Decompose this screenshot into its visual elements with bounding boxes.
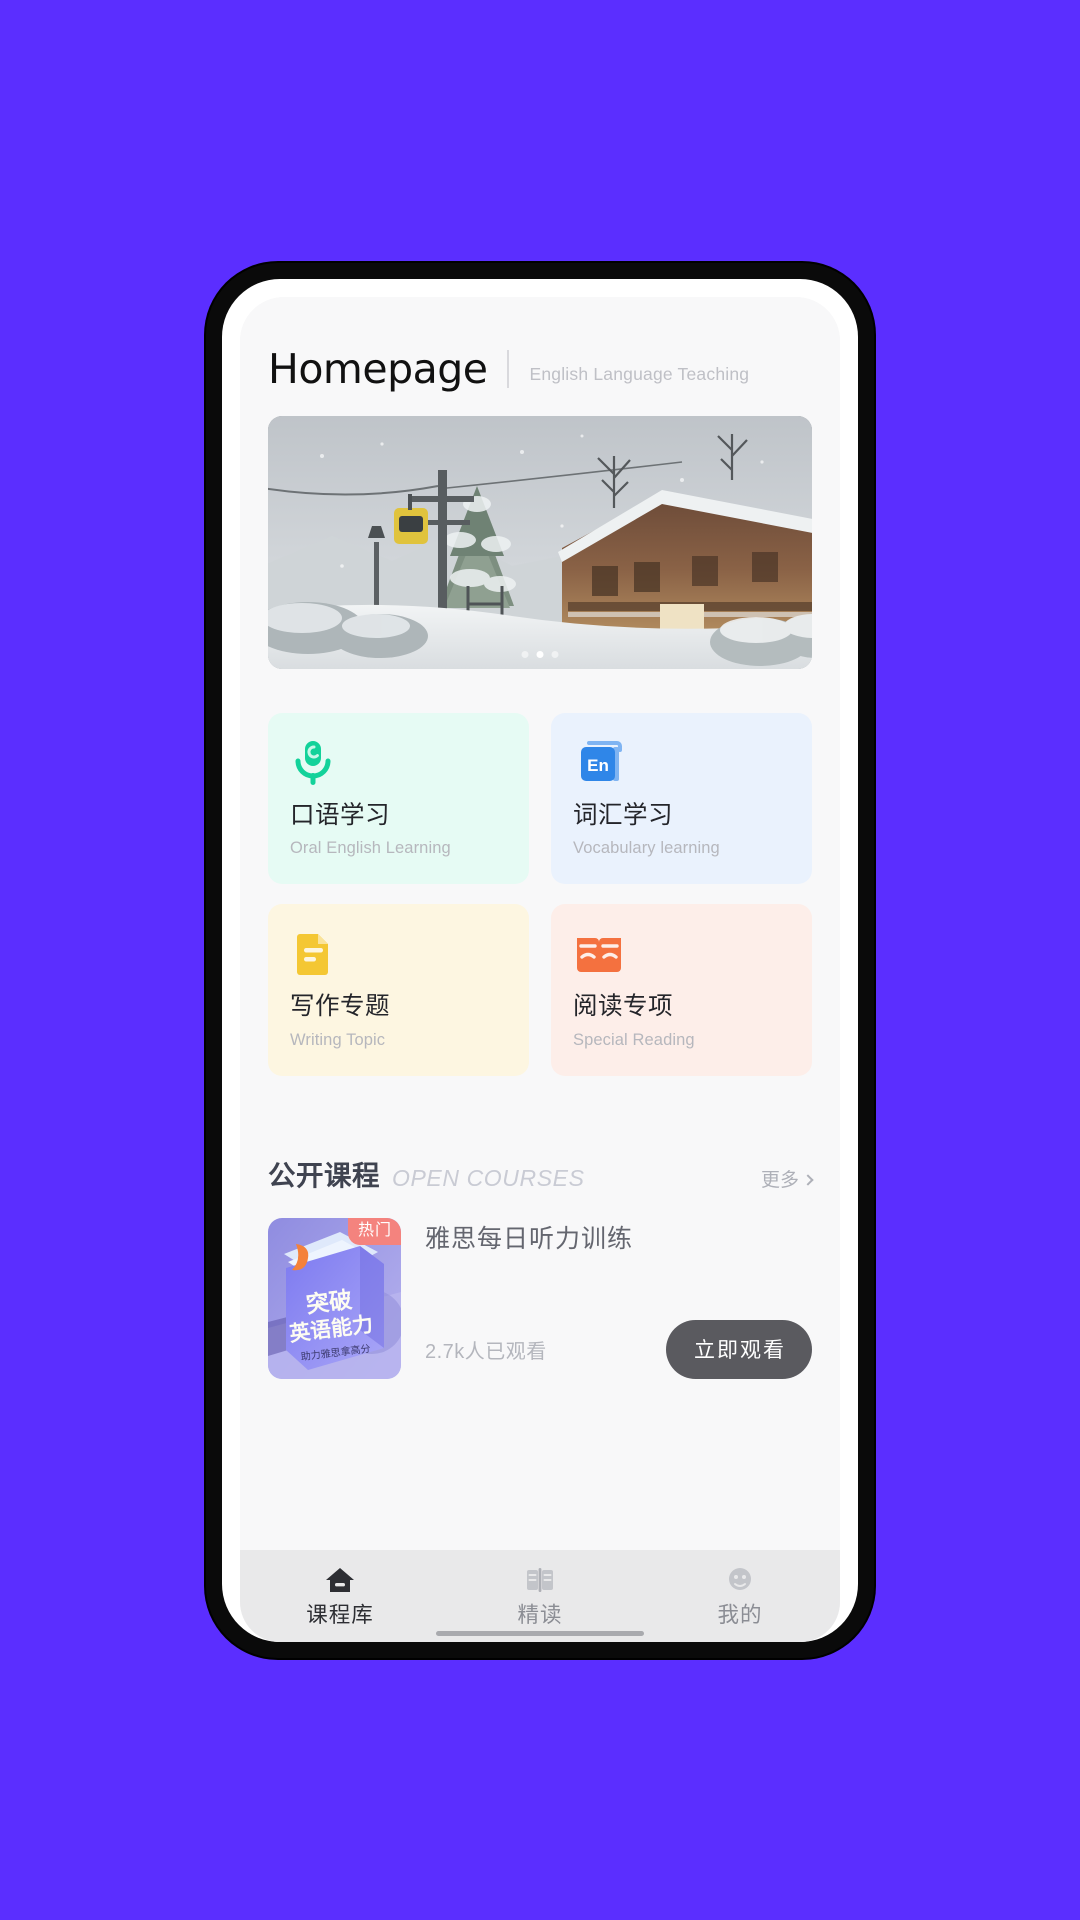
snowy-chalet-photo (268, 415, 812, 669)
user-profile-icon (725, 1565, 755, 1595)
carousel-dot[interactable] (551, 650, 559, 658)
course-info: 雅思每日听力训练 2.7k人已观看 立即观看 (425, 1218, 812, 1379)
phone-screen-bezel: Homepage English Language Teaching 口语学习 … (222, 278, 858, 1642)
hot-badge: 热门 (347, 1217, 401, 1246)
bottom-tab-bar: 课程库 精读 我的 (240, 1549, 840, 1642)
category-card-writing[interactable]: 写作专题 Writing Topic (268, 904, 529, 1077)
category-title: 词汇学习 (573, 801, 673, 829)
section-title-cn: 公开课程 (268, 1160, 380, 1192)
category-subtitle: Oral English Learning (290, 839, 451, 858)
en-book-icon-label: En (587, 756, 609, 775)
chevron-right-icon (802, 1174, 814, 1186)
category-subtitle: Vocabulary learning (573, 839, 720, 858)
home-indicator (436, 1630, 644, 1636)
page-title: Homepage (268, 344, 488, 393)
title-divider (507, 349, 510, 388)
carousel-dots (521, 650, 559, 658)
course-list-item[interactable]: 突破 英语能力 助力雅思拿高分 热门 雅思每日听力训练 2.7k人已观看 立即观… (268, 1217, 812, 1379)
tab-course-library[interactable]: 课程库 (240, 1565, 440, 1627)
open-book-icon (573, 930, 812, 978)
banner-carousel[interactable] (268, 415, 812, 669)
carousel-dot-active[interactable] (536, 650, 544, 658)
tab-label: 我的 (717, 1602, 763, 1627)
course-view-count: 2.7k人已观看 (425, 1340, 547, 1363)
category-subtitle: Special Reading (573, 1031, 695, 1050)
microphone-icon (290, 739, 529, 787)
category-title: 口语学习 (290, 801, 390, 829)
home-icon (325, 1565, 355, 1595)
document-icon (290, 930, 529, 978)
tab-label: 课程库 (306, 1602, 374, 1627)
en-book-icon: En (573, 739, 812, 787)
open-courses-header: 公开课程 OPEN COURSES 更多 (240, 1162, 840, 1190)
section-title-en: OPEN COURSES (392, 1164, 585, 1191)
banner-section (240, 390, 840, 669)
category-card-vocabulary[interactable]: En 词汇学习 Vocabulary learning (551, 712, 812, 885)
category-card-reading[interactable]: 阅读专项 Special Reading (551, 904, 812, 1077)
tab-intensive-reading[interactable]: 精读 (440, 1565, 640, 1627)
category-grid: 口语学习 Oral English Learning En 词汇学习 Vocab… (240, 669, 840, 1077)
tab-label: 精读 (517, 1602, 563, 1627)
scroll-content[interactable]: Homepage English Language Teaching 口语学习 … (240, 296, 840, 1550)
cover-text-line1: 突破 (305, 1286, 354, 1318)
more-link[interactable]: 更多 (760, 1169, 814, 1191)
course-thumbnail[interactable]: 突破 英语能力 助力雅思拿高分 热门 (268, 1217, 401, 1379)
app-header: Homepage English Language Teaching (240, 297, 840, 390)
category-title: 写作专题 (290, 993, 390, 1021)
course-title: 雅思每日听力训练 (425, 1224, 634, 1253)
page-root: Homepage English Language Teaching 口语学习 … (0, 0, 1080, 1920)
page-subtitle: English Language Teaching (529, 364, 750, 384)
book-pages-icon (525, 1565, 555, 1595)
watch-now-button[interactable]: 立即观看 (666, 1319, 812, 1379)
phone-frame: Homepage English Language Teaching 口语学习 … (206, 262, 874, 1658)
carousel-dot[interactable] (521, 650, 529, 658)
course-footer: 2.7k人已观看 立即观看 (425, 1319, 812, 1379)
more-link-label: 更多 (760, 1169, 799, 1191)
app-screen: Homepage English Language Teaching 口语学习 … (240, 296, 840, 1642)
tab-profile[interactable]: 我的 (640, 1565, 840, 1627)
category-card-oral-english[interactable]: 口语学习 Oral English Learning (268, 712, 529, 885)
category-title: 阅读专项 (573, 993, 673, 1021)
category-subtitle: Writing Topic (290, 1031, 386, 1050)
